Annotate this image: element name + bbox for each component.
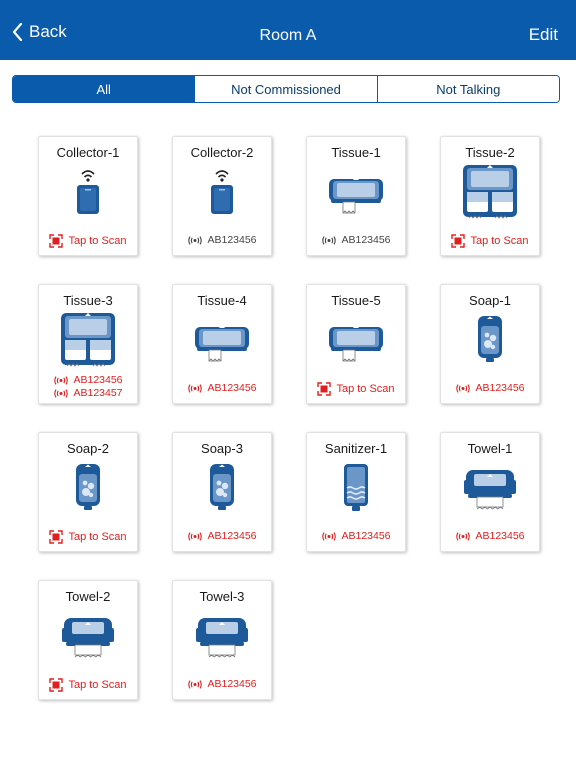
signal-icon [456,531,471,541]
towel-dispenser-icon [441,459,539,517]
tag-id-label: AB123456 [341,530,391,542]
edit-button[interactable]: Edit [529,25,558,45]
scan-icon [49,678,64,692]
device-name: Tissue-5 [331,293,381,308]
device-card[interactable]: Soap-3 AB123456 [172,432,272,552]
device-card[interactable]: Soap-2 Tap to Scan [38,432,138,552]
device-tag-id: AB123456 [173,678,271,690]
signal-icon [456,383,471,393]
device-tag-id: AB123456 [307,530,405,542]
device-name: Tissue-1 [331,145,381,160]
tag-id-label: AB123456 [475,382,525,394]
device-name: Tissue-2 [465,145,515,160]
double-tissue-dispenser-icon [39,311,137,369]
tag-id-label: AB123457 [73,387,123,399]
device-tag-id: AB123456 [39,374,137,386]
filter-tab-all[interactable]: All [13,76,195,102]
device-tag-id: AB123457 [39,387,137,399]
tag-id-label: AB123456 [475,530,525,542]
towel-dispenser-icon [173,607,271,665]
device-card[interactable]: Sanitizer-1 AB123456 [306,432,406,552]
double-tissue-dispenser-icon [441,163,539,221]
device-name: Collector-2 [190,145,254,160]
scan-icon [49,234,64,248]
collector-device-icon [39,163,137,221]
tag-id-label: AB123456 [207,678,257,690]
device-name: Tissue-3 [63,293,113,308]
signal-icon [322,235,337,245]
device-card[interactable]: Tissue-3 AB123456 AB123457 [38,284,138,404]
scan-label: Tap to Scan [68,235,127,247]
device-name: Soap-2 [67,441,109,456]
device-tag-id: AB123456 [173,382,271,394]
device-card[interactable]: Tissue-5 Tap to Scan [306,284,406,404]
soap-dispenser-icon [441,311,539,369]
device-tag-id: AB123456 [441,382,539,394]
signal-icon [188,235,203,245]
collector-device-icon [173,163,271,221]
scan-icon [49,530,64,544]
tag-id-label: AB123456 [207,530,257,542]
device-card[interactable]: Tissue-1 AB123456 [306,136,406,256]
tissue-dispenser-icon [307,311,405,369]
scan-label: Tap to Scan [68,531,127,543]
scan-icon [317,382,332,396]
signal-icon [188,383,203,393]
scan-label: Tap to Scan [336,383,395,395]
sanitizer-dispenser-icon [307,459,405,517]
device-name: Soap-3 [201,441,243,456]
device-name: Soap-1 [469,293,511,308]
signal-icon [322,531,337,541]
signal-icon [54,375,69,385]
towel-dispenser-icon [39,607,137,665]
navigation-bar: Back Room A Edit [0,0,576,60]
device-card[interactable]: Tissue-4 AB123456 [172,284,272,404]
device-card[interactable]: Towel-2 Tap to Scan [38,580,138,700]
scan-label: Tap to Scan [68,679,127,691]
device-name: Sanitizer-1 [324,441,388,456]
signal-icon [54,388,69,398]
soap-dispenser-icon [39,459,137,517]
tag-id-label: AB123456 [341,234,391,246]
signal-icon [188,679,203,689]
device-card[interactable]: Towel-3 AB123456 [172,580,272,700]
filter-tab-not-talking[interactable]: Not Talking [376,76,559,102]
soap-dispenser-icon [173,459,271,517]
scan-label: Tap to Scan [470,235,529,247]
device-card[interactable]: Towel-1 AB123456 [440,432,540,552]
tissue-dispenser-icon [307,163,405,221]
device-name: Collector-1 [56,145,120,160]
tap-to-scan-button[interactable]: Tap to Scan [39,234,137,248]
device-name: Tissue-4 [197,293,247,308]
device-card[interactable]: Soap-1 AB123456 [440,284,540,404]
tap-to-scan-button[interactable]: Tap to Scan [39,678,137,692]
page-title: Room A [259,27,317,44]
tag-id-label: AB123456 [73,374,123,386]
device-name: Towel-2 [65,589,111,604]
tap-to-scan-button[interactable]: Tap to Scan [441,234,539,248]
device-name: Towel-1 [467,441,513,456]
device-card[interactable]: Collector-2 AB123456 [172,136,272,256]
tap-to-scan-button[interactable]: Tap to Scan [307,382,405,396]
tag-id-label: AB123456 [207,234,257,246]
scan-icon [451,234,466,248]
signal-icon [188,531,203,541]
tissue-dispenser-icon [173,311,271,369]
device-name: Towel-3 [199,589,245,604]
device-tag-id: AB123456 [173,530,271,542]
device-card[interactable]: Collector-1 Tap to Scan [38,136,138,256]
device-tag-id: AB123456 [307,234,405,246]
filter-segmented-control: All Not Commissioned Not Talking [12,75,560,103]
tap-to-scan-button[interactable]: Tap to Scan [39,530,137,544]
filter-tab-not-commissioned[interactable]: Not Commissioned [194,76,377,102]
device-tag-id: AB123456 [441,530,539,542]
device-tag-id: AB123456 [173,234,271,246]
device-card[interactable]: Tissue-2 Tap to Scan [440,136,540,256]
tag-id-label: AB123456 [207,382,257,394]
